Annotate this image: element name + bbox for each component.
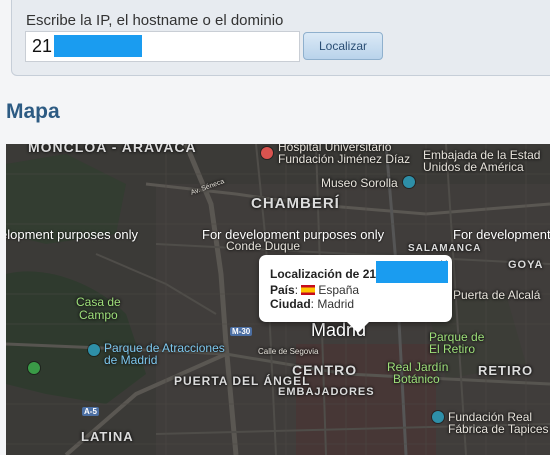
poi-parque-atracciones: Parque de Atracciones de Madrid: [104, 341, 225, 367]
poi-jardin-botanico: Real Jardín Botánico: [387, 360, 449, 386]
road-shield-m30: M-30: [230, 327, 253, 336]
section-title-mapa: Mapa: [6, 100, 60, 123]
ip-input-value: 21: [32, 36, 53, 56]
poi-fundacion-real: Fundación Real Fábrica de Tapices: [448, 410, 549, 436]
district-chamberi: CHAMBERÍ: [251, 195, 340, 212]
dev-watermark-left: elopment purposes only: [6, 227, 139, 242]
map-view[interactable]: MONCLOA - ARAVACA CHAMBERÍ PUERTA DEL ÁN…: [6, 144, 550, 455]
poi-casa-de-campo: Casa de Campo: [76, 295, 121, 322]
popup-city: Ciudad: Madrid: [270, 297, 355, 311]
district-centro: CENTRO: [292, 362, 358, 378]
district-retiro: RETIRO: [478, 363, 534, 378]
popup-country: País: España: [270, 283, 360, 297]
park-icon: [28, 362, 40, 374]
location-info-window: × Localización de 21 País: España Ciudad…: [259, 255, 452, 333]
localizar-button[interactable]: Localizar: [303, 32, 383, 60]
spain-flag-icon: [301, 285, 316, 295]
district-latina: LATINA: [81, 429, 134, 444]
museum-icon: [403, 176, 415, 188]
poi-parque-retiro: Parque de El Retiro: [429, 330, 485, 356]
district-moncloa: MONCLOA - ARAVACA: [28, 144, 197, 155]
redaction-box: [54, 34, 143, 57]
poi-embajada: Embajada de la Estad Unidos de América: [423, 148, 541, 174]
road-shield-a5: A-5: [82, 407, 99, 416]
poi-museo-sorolla: Museo Sorolla: [321, 176, 398, 190]
search-label: Escribe la IP, el hostname o el dominio: [26, 12, 284, 29]
ip-input[interactable]: 21: [25, 31, 300, 62]
hospital-icon: [261, 147, 273, 159]
poi-puerta-alcala: Puerta de Alcalá: [453, 288, 541, 302]
museum-icon-2: [432, 411, 444, 423]
poi-hospital: Hospital Universitario Fundación Jiménez …: [278, 144, 411, 166]
dev-watermark-right: For development: [453, 227, 550, 242]
street-calle-segovia: Calle de Segovia: [258, 347, 319, 356]
attraction-icon: [88, 344, 100, 356]
popup-title: Localización de 21: [270, 261, 449, 283]
redaction-box: [376, 261, 449, 283]
district-embajadores: EMBAJADORES: [278, 386, 375, 398]
district-salamanca: SALAMANCA: [408, 243, 482, 254]
dev-watermark-center: For development purposes only: [202, 227, 385, 242]
district-goya: GOYA: [508, 259, 544, 271]
